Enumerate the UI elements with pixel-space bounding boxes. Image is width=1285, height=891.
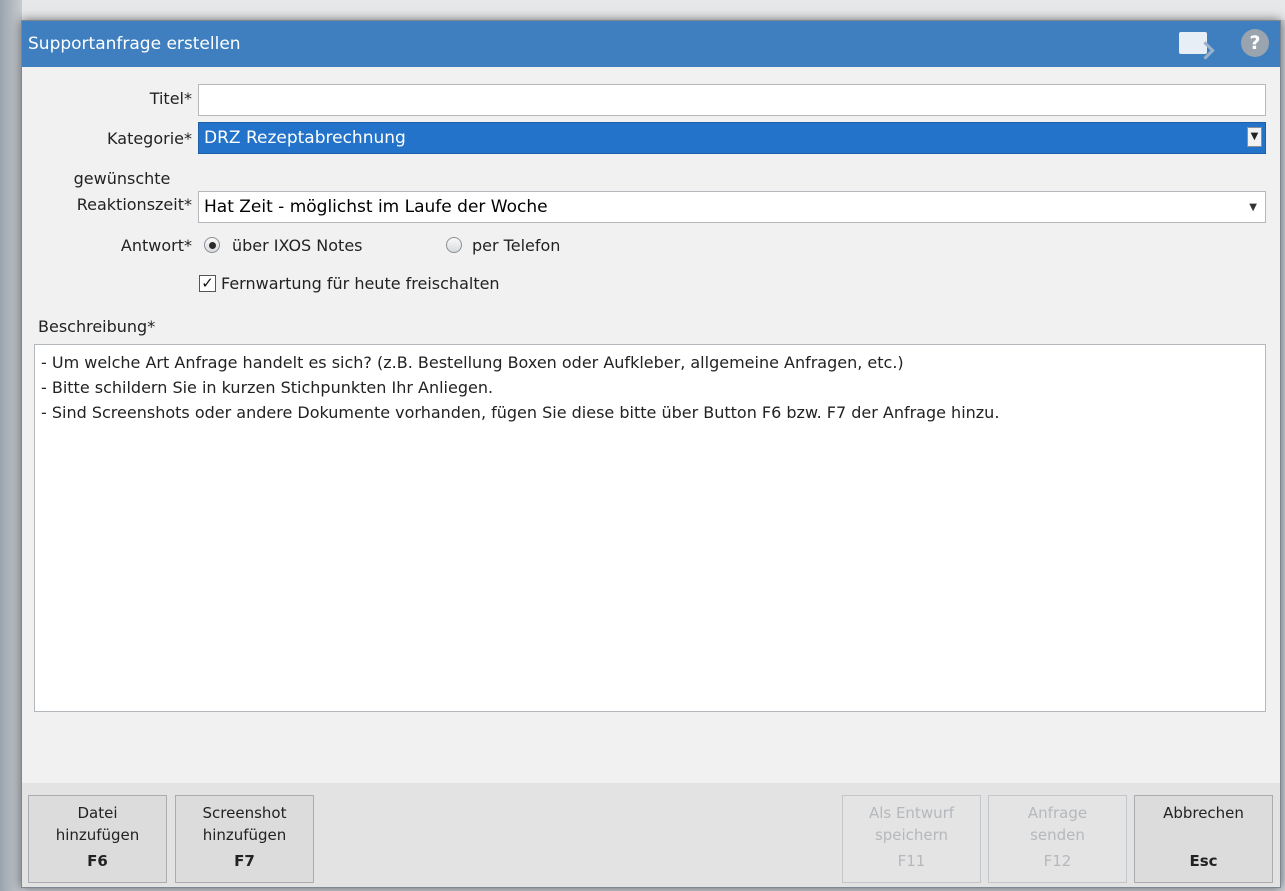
dialog-title: Supportanfrage erstellen — [28, 34, 241, 54]
help-icon[interactable]: ? — [1241, 29, 1269, 57]
title-input[interactable] — [198, 84, 1266, 116]
background-top — [0, 0, 1285, 20]
answer-radio-phone[interactable] — [446, 237, 462, 253]
cancel-button[interactable]: Abbrechen Esc — [1134, 795, 1273, 883]
send-request-button[interactable]: Anfrage senden F12 — [988, 795, 1127, 883]
reaction-label-line1: gewünschte — [73, 169, 171, 188]
description-textarea[interactable]: - Um welche Art Anfrage handelt es sich?… — [34, 344, 1266, 712]
title-bar: Supportanfrage erstellen ? — [22, 21, 1280, 67]
remote-maintenance-label[interactable]: Fernwartung für heute freischalten — [221, 274, 500, 293]
description-line: - Um welche Art Anfrage handelt es sich?… — [41, 353, 904, 372]
chevron-down-icon[interactable]: ▼ — [1247, 127, 1262, 147]
support-request-dialog: Supportanfrage erstellen ? Titel* Katego… — [21, 20, 1281, 888]
document-export-icon[interactable] — [1179, 32, 1207, 54]
reaction-time-value: Hat Zeit - möglichst im Laufe der Woche — [204, 197, 548, 217]
reaction-label-line2: Reaktionszeit* — [76, 195, 192, 214]
add-screenshot-button[interactable]: Screenshot hinzufügen F7 — [175, 795, 314, 883]
answer-option-phone-label[interactable]: per Telefon — [472, 236, 560, 255]
remote-maintenance-checkbox[interactable]: ✓ — [199, 275, 216, 292]
chevron-down-icon[interactable]: ▼ — [1249, 202, 1257, 213]
category-value: DRZ Rezeptabrechnung — [204, 128, 406, 148]
title-label: Titel* — [149, 89, 192, 108]
background-left — [0, 0, 22, 891]
description-label: Beschreibung* — [38, 317, 156, 336]
description-line: - Sind Screenshots oder andere Dokumente… — [41, 403, 1000, 422]
function-key-bar: Datei hinzufügen F6 Screenshot hinzufüge… — [22, 783, 1280, 887]
save-draft-button[interactable]: Als Entwurf speichern F11 — [842, 795, 981, 883]
reaction-time-select[interactable]: Hat Zeit - möglichst im Laufe der Woche … — [198, 191, 1266, 223]
category-label: Kategorie* — [107, 129, 192, 148]
add-file-button[interactable]: Datei hinzufügen F6 — [28, 795, 167, 883]
answer-option-notes-label[interactable]: über IXOS Notes — [232, 236, 363, 255]
answer-label: Antwort* — [120, 236, 192, 255]
answer-radio-notes[interactable] — [204, 237, 220, 253]
description-line: - Bitte schildern Sie in kurzen Stichpun… — [41, 378, 494, 397]
category-select[interactable]: DRZ Rezeptabrechnung ▼ — [198, 122, 1266, 154]
